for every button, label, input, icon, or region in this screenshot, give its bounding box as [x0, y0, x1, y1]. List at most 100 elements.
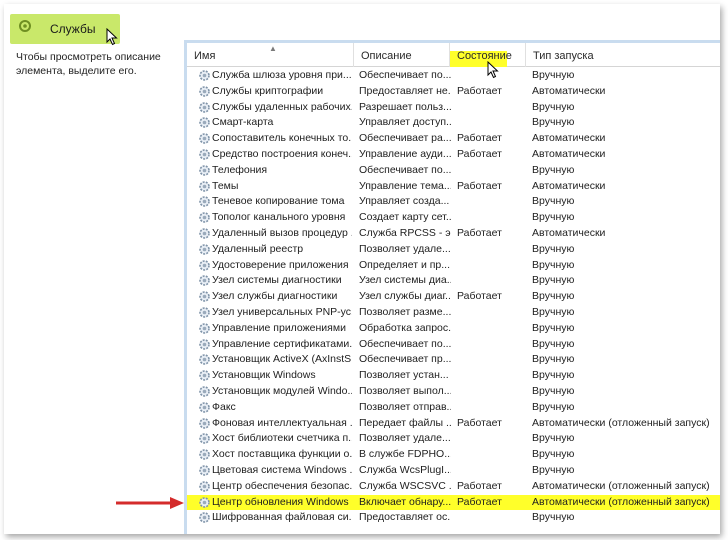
service-gear-icon	[199, 164, 210, 176]
service-row[interactable]: Цветовая система Windows ... Служба WcsPl…	[187, 463, 720, 479]
service-name: Средство построения конеч...	[212, 148, 352, 160]
service-description: Обеспечивает по...	[359, 69, 451, 81]
service-row[interactable]: Установщик Windows Позволяет устан... Вруч…	[187, 368, 720, 384]
service-description: Позволяет отправ...	[359, 400, 451, 413]
service-state: Работает	[457, 148, 502, 160]
service-description: Обеспечивает пр...	[359, 353, 451, 366]
service-state: Работает	[457, 84, 502, 97]
column-header-startup[interactable]: Тип запуска	[525, 43, 720, 67]
service-row[interactable]: Службы криптографии Предоставляет не... Ра…	[187, 84, 720, 100]
service-gear-icon	[199, 196, 210, 208]
service-state: Работает	[457, 227, 502, 239]
service-row[interactable]: Хост поставщика функции о... В службе FDP…	[187, 447, 720, 463]
service-name: Служба шлюза уровня при...	[212, 69, 352, 81]
services-gear-icon	[19, 20, 31, 32]
service-row[interactable]: Сопоставитель конечных то... Обеспечивает…	[187, 131, 720, 147]
service-name: Управление приложениями	[212, 321, 346, 334]
service-startup-type: Вручную	[532, 337, 575, 350]
service-row[interactable]: Хост библиотеки счетчика п... Позволяет у…	[187, 431, 720, 447]
service-name: Тополог канального уровня	[212, 211, 346, 224]
sort-ascending-icon: ▲	[269, 44, 277, 53]
service-startup-type: Вручную	[532, 290, 575, 303]
service-row[interactable]: Удостоверение приложения Определяет и пр.…	[187, 258, 720, 274]
service-name: Смарт-карта	[212, 116, 274, 129]
service-description: Управляет созда...	[359, 195, 450, 208]
service-startup-type: Автоматически	[532, 227, 606, 239]
service-startup-type: Автоматически	[532, 84, 606, 97]
service-row[interactable]: Темы Управление тема... Работает Автоматиче…	[187, 179, 720, 195]
service-state: Работает	[457, 495, 502, 508]
service-row[interactable]: Служба шлюза уровня при... Обеспечивает п…	[187, 68, 720, 84]
window-title: Службы	[50, 22, 96, 36]
service-row[interactable]: Факс Позволяет отправ... Вручную	[187, 400, 720, 416]
service-row[interactable]: Узел службы диагностики Узел службы диаг.…	[187, 289, 720, 305]
service-description: Предоставляет не...	[359, 84, 451, 97]
service-gear-icon	[199, 433, 210, 445]
service-name: Фоновая интеллектуальная ...	[212, 416, 352, 429]
column-header-name-label: Имя	[194, 50, 216, 62]
service-row[interactable]: Удаленный реестр Позволяет удале... Вручну…	[187, 242, 720, 258]
service-description: Включает обнару...	[359, 495, 451, 508]
service-row[interactable]: Средство построения конеч... Управление а…	[187, 147, 720, 163]
service-gear-icon	[199, 259, 210, 271]
service-gear-icon	[199, 149, 210, 160]
service-gear-icon	[199, 512, 210, 524]
service-row[interactable]: Узел универсальных PNP-ус... Позволяет ра…	[187, 305, 720, 321]
service-row[interactable]: Теневое копирование тома Управляет созда.…	[187, 194, 720, 210]
service-description: Позволяет удале...	[359, 432, 451, 445]
service-row[interactable]: Установщик модулей Windo... Позволяет вып…	[187, 384, 720, 400]
service-row[interactable]: Управление сертификатами... Обеспечивает …	[187, 337, 720, 353]
service-description: Позволяет устан...	[359, 369, 449, 382]
service-row[interactable]: Установщик ActiveX (AxInstS... Обеспечива…	[187, 352, 720, 368]
service-gear-icon	[199, 465, 210, 476]
service-gear-icon	[199, 228, 210, 239]
service-startup-type: Вручную	[532, 258, 575, 271]
services-window: Службы Чтобы просмотреть описание элемен…	[4, 4, 720, 534]
service-name: Установщик ActiveX (AxInstS...	[212, 353, 352, 366]
service-gear-icon	[199, 417, 210, 429]
service-state: Работает	[457, 290, 502, 303]
column-header-description[interactable]: Описание	[353, 43, 449, 67]
service-name: Факс	[212, 400, 236, 413]
service-name: Удаленный реестр	[212, 242, 304, 255]
service-row[interactable]: Центр обеспечения безопас... Служба WSCSV…	[187, 479, 720, 495]
service-row[interactable]: Удаленный вызов процедур ... Служба RPCSS…	[187, 226, 720, 242]
service-name: Установщик Windows	[212, 369, 316, 382]
service-gear-icon	[199, 338, 210, 350]
service-startup-type: Вручную	[532, 369, 575, 382]
service-description: Служба RPCSS - э...	[359, 227, 451, 239]
service-row[interactable]: Тополог канального уровня Создает карту с…	[187, 210, 720, 226]
service-row[interactable]: Шифрованная файловая си... Предоставляет …	[187, 510, 720, 526]
service-gear-icon	[199, 401, 210, 413]
service-name: Темы	[212, 179, 239, 192]
service-description: Узел системы диа...	[359, 274, 451, 287]
service-description: Позволяет разме...	[359, 306, 451, 318]
service-name: Хост поставщика функции о...	[212, 448, 352, 461]
service-row[interactable]: Узел системы диагностики Узел системы диа…	[187, 273, 720, 289]
service-state: Работает	[457, 179, 502, 192]
service-description: Позволяет удале...	[359, 242, 451, 255]
service-description: Обеспечивает по...	[359, 163, 451, 176]
service-name: Удостоверение приложения	[212, 258, 349, 271]
service-row[interactable]: Телефония Обеспечивает по... Вручную	[187, 163, 720, 179]
service-gear-icon	[199, 275, 210, 287]
service-gear-icon	[199, 496, 210, 508]
service-gear-icon	[199, 70, 210, 81]
service-row[interactable]: Смарт-карта Управляет доступ... Вручную	[187, 115, 720, 131]
service-row-selected[interactable]: Центр обновления Windows Включает обнару.…	[187, 494, 720, 511]
service-startup-type: Вручную	[532, 448, 575, 461]
service-row[interactable]: Управление приложениями Обработка запрос.…	[187, 321, 720, 337]
service-description: В службе FDPHO...	[359, 448, 451, 461]
services-list[interactable]: Имя ▲ Описание Состояние Тип запуска Слу…	[184, 40, 720, 534]
service-description: Служба WcsPlugI...	[359, 464, 451, 476]
service-startup-type: Вручную	[532, 242, 575, 255]
service-name: Цветовая система Windows ...	[212, 464, 352, 476]
service-gear-icon	[199, 386, 210, 397]
service-name: Узел службы диагностики	[212, 290, 338, 303]
service-gear-icon	[199, 291, 210, 302]
window-title-tab: Службы	[10, 14, 120, 46]
service-description: Управление тема...	[359, 179, 451, 192]
service-startup-type: Вручную	[532, 321, 575, 334]
service-row[interactable]: Службы удаленных рабочих... Разрешает пол…	[187, 100, 720, 116]
service-row[interactable]: Фоновая интеллектуальная ... Передает фай…	[187, 416, 720, 432]
